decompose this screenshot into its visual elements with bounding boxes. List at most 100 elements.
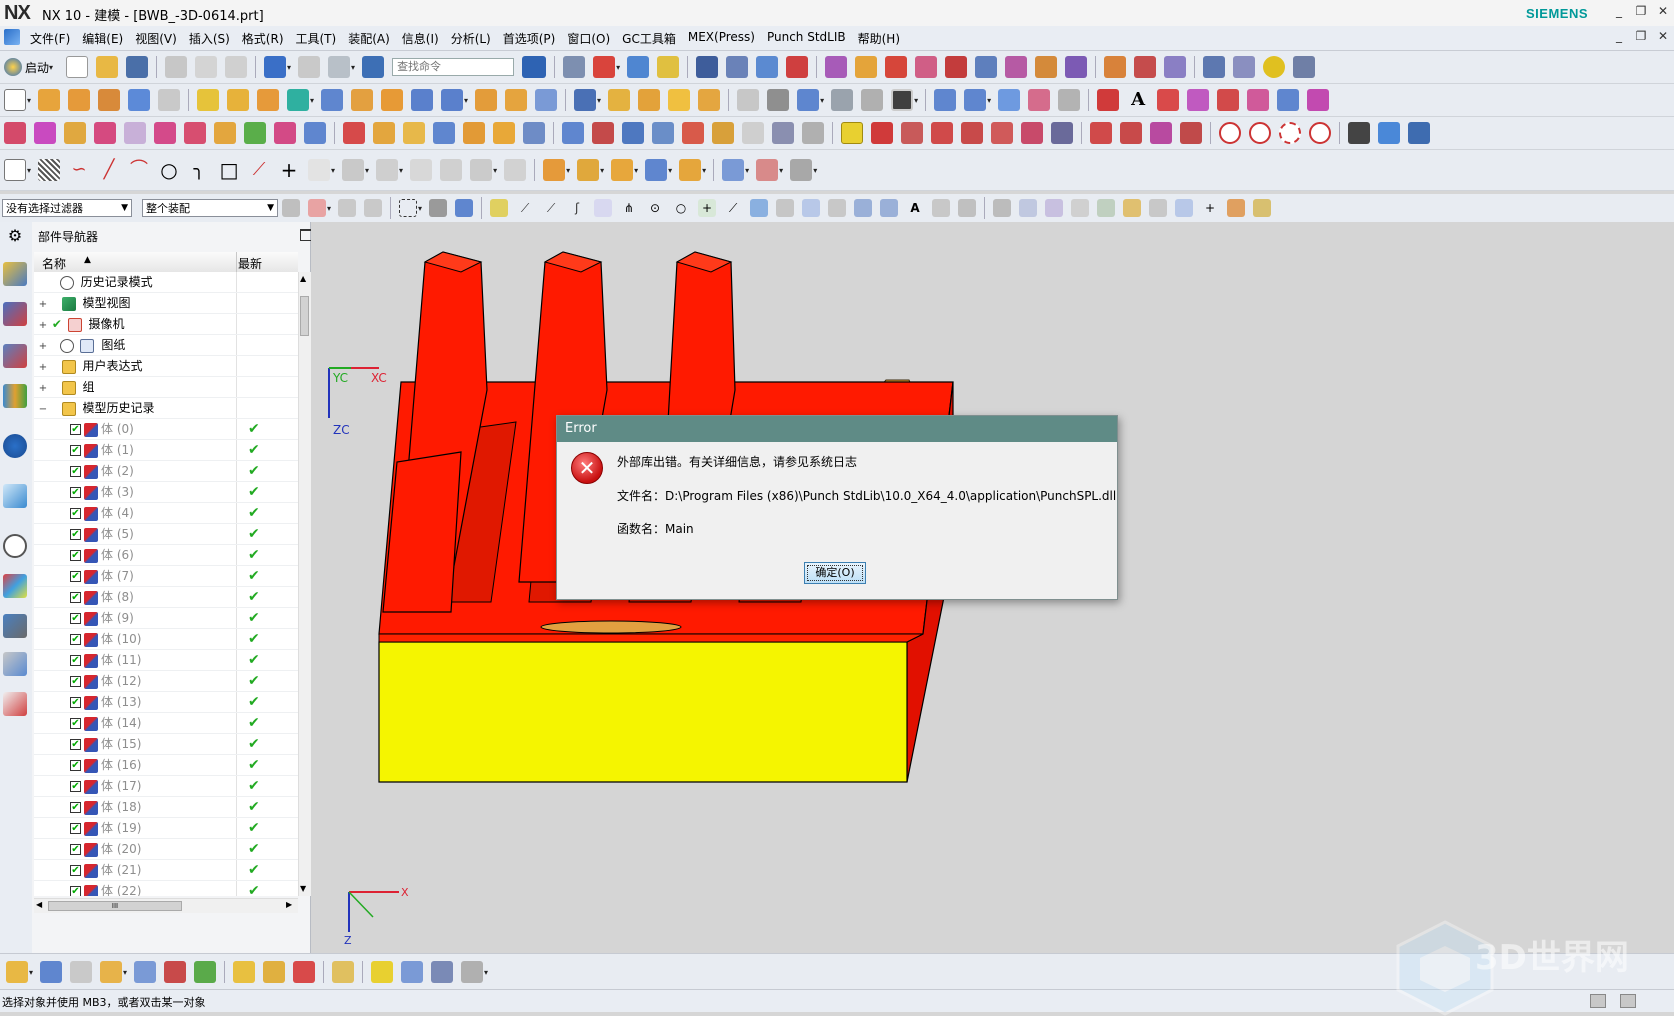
snap-pole-icon[interactable] (802, 199, 821, 217)
text-icon[interactable]: A (1127, 89, 1149, 111)
select-edge-icon[interactable] (1149, 199, 1168, 217)
menu-help[interactable]: 帮助(H) (852, 30, 906, 47)
snap-endpoint-icon[interactable]: ⟋ (516, 199, 534, 217)
select-body-icon[interactable] (429, 199, 448, 217)
body-row[interactable]: ✔ 体 (1) ✔ (34, 440, 298, 461)
status-grid-icon[interactable] (1590, 994, 1606, 1008)
select-intent-icon[interactable] (364, 199, 383, 217)
curve-tool-2-icon[interactable] (1134, 56, 1157, 78)
circle-icon[interactable] (1219, 122, 1241, 144)
sweep-icon[interactable] (998, 89, 1021, 111)
snap-anchor-icon[interactable] (932, 199, 951, 217)
copy-icon[interactable] (195, 56, 218, 78)
pen-icon[interactable] (1233, 56, 1256, 78)
circle-center-icon[interactable] (1249, 122, 1271, 144)
trim-body-icon[interactable] (287, 89, 310, 111)
shell-icon[interactable] (381, 89, 404, 111)
die-tool-7-icon[interactable] (1005, 56, 1028, 78)
body-row[interactable]: ✔ 体 (17) ✔ (34, 776, 298, 797)
snap-enable-icon[interactable] (490, 199, 509, 217)
menu-window[interactable]: 窗口(O) (561, 30, 616, 47)
filter-toggle-icon[interactable] (993, 199, 1012, 217)
rectangle-dashed-icon[interactable] (1150, 122, 1172, 144)
visibility-checkbox[interactable]: ✔ (70, 781, 81, 792)
assembly-tool-5-icon[interactable] (682, 122, 704, 144)
through-curves-icon[interactable] (1028, 89, 1051, 111)
vertical-scroll-thumb[interactable] (300, 296, 309, 336)
cone-icon[interactable] (638, 89, 661, 111)
body-row[interactable]: ✔ 体 (21) ✔ (34, 860, 298, 881)
status-box-icon[interactable] (1620, 994, 1636, 1008)
sync-tool-6-icon[interactable] (493, 122, 515, 144)
sync-tool-5-icon[interactable] (463, 122, 485, 144)
quick-pick-icon[interactable] (1019, 199, 1038, 217)
subtract-icon[interactable] (227, 89, 250, 111)
pocket-icon[interactable] (158, 89, 181, 111)
wave-linker-icon[interactable] (332, 961, 355, 983)
snap-settings-icon[interactable] (958, 199, 977, 217)
visibility-checkbox[interactable]: ✔ (70, 466, 81, 477)
shaded-view-icon[interactable] (797, 89, 820, 111)
assembly-tool-4-icon[interactable] (652, 122, 674, 144)
datum-plane-icon[interactable] (934, 89, 957, 111)
select-star-icon[interactable] (1227, 199, 1246, 217)
sync-tool-3-icon[interactable] (403, 122, 425, 144)
constraint-1-icon[interactable] (342, 159, 365, 181)
die-tool-1-icon[interactable] (825, 56, 848, 78)
move-object-icon[interactable] (627, 56, 650, 78)
start-button[interactable]: 启动 ▾ (4, 58, 56, 76)
component-array-icon[interactable] (263, 961, 286, 983)
die-tool-8-icon[interactable] (1035, 56, 1058, 78)
snap-intersection-icon[interactable]: ⋔ (620, 199, 638, 217)
surface-tool-11-icon[interactable] (304, 122, 326, 144)
curve-tool-3-icon[interactable] (1164, 56, 1187, 78)
sketch-point-icon[interactable]: + (278, 159, 300, 181)
surface-tool-8-icon[interactable] (214, 122, 236, 144)
constraint-6-icon[interactable] (504, 159, 527, 181)
body-row[interactable]: ✔ 体 (8) ✔ (34, 587, 298, 608)
select-cross-icon[interactable]: + (1201, 199, 1219, 217)
tools-close-icon[interactable] (1293, 56, 1316, 78)
sketch-arc-icon[interactable]: ⌒ (128, 159, 150, 181)
menu-information[interactable]: 信息(I) (396, 30, 445, 47)
bridge-curve-icon[interactable] (1307, 89, 1330, 111)
assembly-tool-6-icon[interactable] (712, 122, 734, 144)
die-block-icon[interactable] (611, 159, 634, 181)
layer-settings-icon[interactable] (563, 56, 586, 78)
die-tool-2-icon[interactable] (855, 56, 878, 78)
snap-tangent-icon[interactable] (828, 199, 847, 217)
type-filter-select[interactable]: 没有选择过滤器 ▼ (2, 199, 132, 217)
visibility-checkbox[interactable]: ✔ (70, 592, 81, 603)
tube-icon[interactable] (698, 89, 721, 111)
coil-icon[interactable] (1263, 56, 1286, 78)
assembly-navigator-tool-icon[interactable] (40, 961, 63, 983)
paste-icon[interactable] (225, 56, 248, 78)
thicken-icon[interactable] (535, 89, 558, 111)
repeat-command-icon[interactable] (328, 56, 351, 78)
line-sketch-icon[interactable] (871, 122, 893, 144)
tree-node-user-expressions[interactable]: + 用户表达式 (34, 356, 298, 377)
dashed-line-icon[interactable] (931, 122, 953, 144)
hd3d-info-icon[interactable] (3, 434, 27, 458)
offset-face-icon[interactable] (441, 89, 464, 111)
circle-dashed-icon[interactable] (1279, 122, 1301, 144)
visibility-checkbox[interactable]: ✔ (70, 634, 81, 645)
doc-minimize-button[interactable]: _ (1610, 29, 1628, 45)
surface-tool-10-icon[interactable] (274, 122, 296, 144)
die-tool-9-icon[interactable] (1065, 56, 1088, 78)
die-tool-5-icon[interactable] (945, 56, 968, 78)
extrude-icon[interactable] (38, 89, 61, 111)
snap-on-curve-icon[interactable]: ⟋ (724, 199, 742, 217)
menu-tools[interactable]: 工具(T) (290, 30, 343, 47)
rotate-view-icon[interactable] (767, 89, 790, 111)
horizontal-scroll-thumb[interactable]: III (48, 901, 182, 911)
system-materials-icon[interactable] (3, 574, 27, 598)
visibility-checkbox[interactable]: ✔ (70, 655, 81, 666)
save-icon[interactable] (126, 56, 149, 78)
body-row[interactable]: ✔ 体 (2) ✔ (34, 461, 298, 482)
intersect-icon[interactable] (257, 89, 280, 111)
close-button[interactable]: ✕ (1654, 4, 1672, 20)
finish-flag-icon[interactable] (38, 159, 61, 181)
visibility-checkbox[interactable]: ✔ (70, 865, 81, 876)
chamfer-curve-icon[interactable] (1120, 122, 1142, 144)
